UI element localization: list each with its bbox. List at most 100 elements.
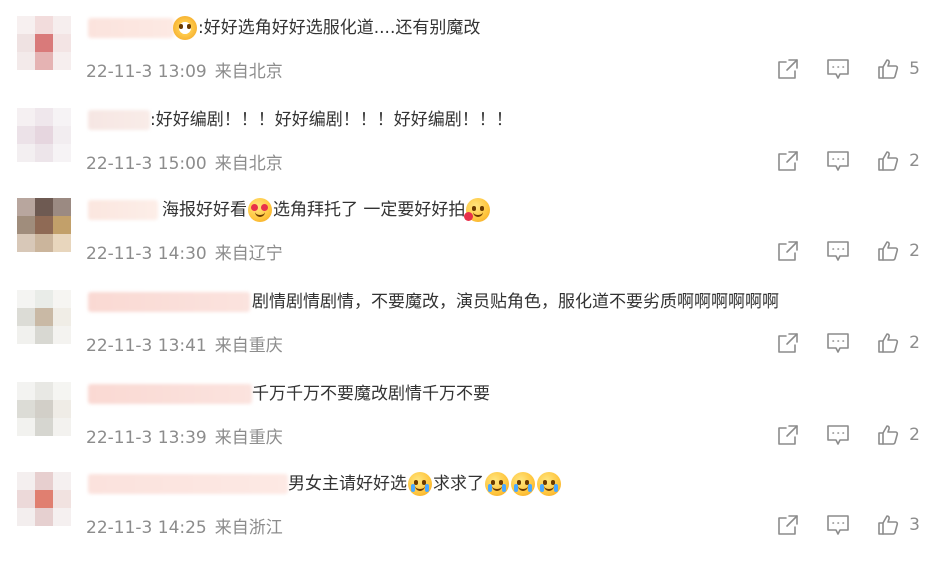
share-icon[interactable]: [776, 149, 800, 173]
share-icon[interactable]: [776, 57, 800, 81]
comment-item: :好好选角好好选服化道....还有别魔改 22-11-3 13:09 来自北京 5: [0, 8, 940, 100]
comment-meta: 22-11-3 14:25 来自浙江: [86, 513, 283, 538]
comment-icon[interactable]: [826, 239, 850, 263]
comment-actions: 5: [750, 57, 920, 81]
comment-text-part: 剧情剧情剧情，不要魔改，演员贴角色，服化道不要劣质啊啊啊啊啊啊: [252, 292, 779, 312]
comment-location: 来自重庆: [214, 336, 283, 356]
comment-actions: 2: [750, 239, 920, 263]
crying-emoji: [511, 472, 535, 496]
like-icon[interactable]: [876, 513, 900, 537]
comment-date: 22-11-3 14:25: [86, 518, 207, 538]
like-count: 5: [909, 59, 920, 79]
like-button[interactable]: 2: [876, 239, 920, 263]
comment-text-part: 选角拜托了 一定要好好拍: [273, 200, 466, 220]
avatar[interactable]: [17, 108, 71, 162]
like-count: 3: [909, 515, 920, 535]
share-icon[interactable]: [776, 239, 800, 263]
share-button[interactable]: [776, 423, 800, 447]
avatar[interactable]: [17, 198, 71, 252]
crying-emoji: [537, 472, 561, 496]
comment-date: 22-11-3 14:30: [86, 244, 207, 264]
comment-location: 来自北京: [214, 62, 283, 82]
comment-actions: 2: [750, 331, 920, 355]
avatar[interactable]: [17, 290, 71, 344]
crying-emoji: [408, 472, 432, 496]
heart-eyes-emoji: [248, 198, 272, 222]
reply-button[interactable]: [826, 513, 850, 537]
comment-text-part: :好好选角好好选服化道....还有别魔改: [198, 18, 481, 38]
comment-meta: 22-11-3 13:41 来自重庆: [86, 331, 283, 356]
comment-item: 海报好好看 选角拜托了 一定要好好拍 22-11-3 14:30 来自辽宁 2: [0, 190, 940, 282]
comment-location: 来自辽宁: [214, 244, 283, 264]
like-button[interactable]: 3: [876, 513, 920, 537]
comment-item: 千万千万不要魔改剧情千万不要 22-11-3 13:39 来自重庆 2: [0, 374, 940, 466]
like-icon[interactable]: [876, 423, 900, 447]
like-button[interactable]: 2: [876, 149, 920, 173]
comment-icon[interactable]: [826, 331, 850, 355]
comment-item: 剧情剧情剧情，不要魔改，演员贴角色，服化道不要劣质啊啊啊啊啊啊 22-11-3 1…: [0, 282, 940, 374]
eyes-emoji: [173, 16, 197, 40]
like-icon[interactable]: [876, 331, 900, 355]
avatar[interactable]: [17, 16, 71, 70]
avatar[interactable]: [17, 382, 71, 436]
comment-meta: 22-11-3 14:30 来自辽宁: [86, 239, 283, 264]
comment-date: 22-11-3 13:09: [86, 62, 207, 82]
share-icon[interactable]: [776, 513, 800, 537]
like-icon[interactable]: [876, 239, 900, 263]
like-button[interactable]: 2: [876, 423, 920, 447]
username-redacted[interactable]: [88, 384, 252, 404]
reply-button[interactable]: [826, 57, 850, 81]
share-button[interactable]: [776, 331, 800, 355]
pleading-heart-emoji: [464, 198, 491, 222]
comment-date: 22-11-3 15:00: [86, 154, 207, 174]
comment-text: 男女主请好好选 求求了: [288, 472, 562, 496]
comment-date: 22-11-3 13:41: [86, 336, 207, 356]
username-redacted[interactable]: [88, 292, 250, 312]
username-redacted[interactable]: [88, 200, 158, 220]
comment-icon[interactable]: [826, 513, 850, 537]
comment-text: 千万千万不要魔改剧情千万不要: [252, 382, 490, 406]
comment-icon[interactable]: [826, 57, 850, 81]
comment-meta: 22-11-3 15:00 来自北京: [86, 149, 283, 174]
share-button[interactable]: [776, 149, 800, 173]
comment-actions: 3: [750, 513, 920, 537]
comment-text: 海报好好看 选角拜托了 一定要好好拍: [162, 198, 491, 222]
comment-meta: 22-11-3 13:09 来自北京: [86, 57, 283, 82]
comment-item: :好好编剧！！！好好编剧！！！好好编剧！！！ 22-11-3 15:00 来自北京 2: [0, 100, 940, 192]
avatar[interactable]: [17, 472, 71, 526]
comment-text-part: :好好编剧！！！好好编剧！！！好好编剧！！！: [150, 110, 513, 130]
like-icon[interactable]: [876, 57, 900, 81]
like-button[interactable]: 2: [876, 331, 920, 355]
comment-location: 来自浙江: [214, 518, 283, 538]
share-icon[interactable]: [776, 331, 800, 355]
username-redacted[interactable]: [88, 18, 174, 38]
comment-item: 男女主请好好选 求求了 22-11-3 14:25 来自浙江 3: [0, 464, 940, 556]
crying-emoji: [485, 472, 509, 496]
share-button[interactable]: [776, 239, 800, 263]
reply-button[interactable]: [826, 331, 850, 355]
comment-meta: 22-11-3 13:39 来自重庆: [86, 423, 283, 448]
username-redacted[interactable]: [88, 110, 150, 130]
comment-location: 来自重庆: [214, 428, 283, 448]
like-count: 2: [909, 151, 920, 171]
comment-location: 来自北京: [214, 154, 283, 174]
like-icon[interactable]: [876, 149, 900, 173]
like-count: 2: [909, 333, 920, 353]
comment-icon[interactable]: [826, 149, 850, 173]
comment-text-part: 男女主请好好选: [288, 474, 407, 494]
reply-button[interactable]: [826, 149, 850, 173]
comment-text: :好好选角好好选服化道....还有别魔改: [172, 16, 480, 40]
comment-icon[interactable]: [826, 423, 850, 447]
share-icon[interactable]: [776, 423, 800, 447]
comment-text-part: 求求了: [433, 474, 484, 494]
comment-text: :好好编剧！！！好好编剧！！！好好编剧！！！: [150, 108, 513, 132]
like-count: 2: [909, 425, 920, 445]
username-redacted[interactable]: [88, 474, 288, 494]
reply-button[interactable]: [826, 423, 850, 447]
like-count: 2: [909, 241, 920, 261]
share-button[interactable]: [776, 57, 800, 81]
comment-date: 22-11-3 13:39: [86, 428, 207, 448]
like-button[interactable]: 5: [876, 57, 920, 81]
share-button[interactable]: [776, 513, 800, 537]
reply-button[interactable]: [826, 239, 850, 263]
